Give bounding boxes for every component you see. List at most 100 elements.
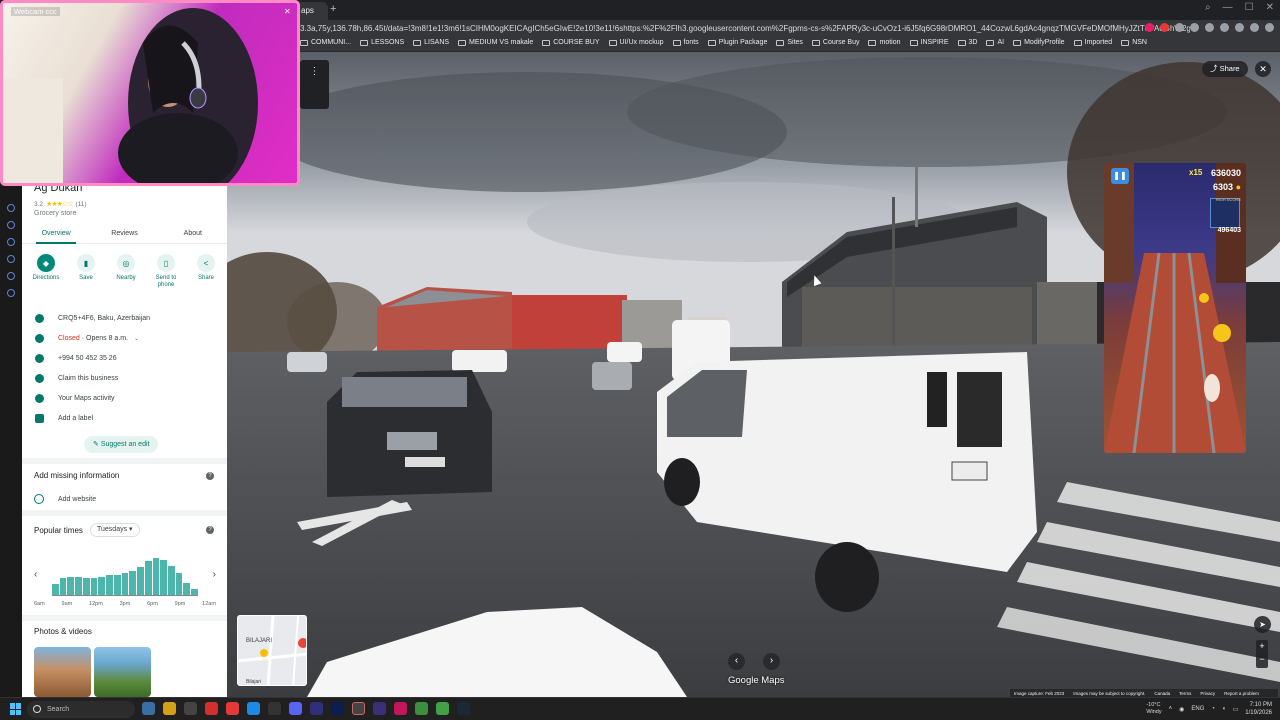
search-tabs-icon[interactable]: ⌕ <box>1205 2 1211 13</box>
popular-times-bar[interactable] <box>144 561 152 595</box>
wifi-icon[interactable]: ◔ <box>1211 706 1215 712</box>
clock[interactable]: 7:10 PM 1/19/2026 <box>1245 701 1272 717</box>
bookmark-item[interactable]: UI/Ux mockup <box>608 39 664 46</box>
pause-button[interactable]: ❚❚ <box>1111 168 1129 184</box>
weather-widget[interactable]: -10°C Windy <box>1146 702 1161 716</box>
app-icon[interactable] <box>373 702 386 715</box>
footer-link[interactable]: Report a problem <box>1224 691 1259 696</box>
bookmark-item[interactable]: Imported <box>1073 39 1112 46</box>
claim-row[interactable]: Claim this business <box>22 368 227 388</box>
rail-icon[interactable] <box>7 221 15 229</box>
windows-start-icon[interactable] <box>10 703 22 715</box>
tab-reviews[interactable]: Reviews <box>90 226 158 243</box>
bookmark-item[interactable]: COURSE BUY <box>542 39 600 46</box>
bookmark-item[interactable]: fonts <box>672 39 699 46</box>
app-icon[interactable] <box>184 702 197 715</box>
extension-icon[interactable] <box>1220 23 1229 32</box>
popular-times-bar[interactable] <box>98 577 106 595</box>
bookmark-item[interactable]: Course Buy <box>811 39 859 46</box>
app-icon[interactable] <box>352 702 365 715</box>
bookmark-item[interactable]: 3D <box>957 39 977 46</box>
footer-link[interactable]: Terms <box>1179 691 1191 696</box>
extension-icon[interactable] <box>1235 23 1244 32</box>
app-icon[interactable] <box>394 702 407 715</box>
suggest-edit-button[interactable]: ✎ Suggest an edit <box>84 436 159 453</box>
network-icon[interactable]: ◉ <box>1179 706 1184 713</box>
app-icon[interactable] <box>205 702 218 715</box>
popular-times-bar[interactable] <box>121 573 129 595</box>
help-icon[interactable]: ? <box>206 526 214 534</box>
popular-times-bar[interactable] <box>82 577 90 595</box>
bookmark-item[interactable]: LESSONS <box>360 39 404 46</box>
app-icon[interactable] <box>226 702 239 715</box>
bookmark-item[interactable]: LISANS <box>413 39 449 46</box>
footer-link[interactable]: Canada <box>1154 691 1170 696</box>
close-window-button[interactable]: ✕ <box>1266 2 1274 13</box>
rail-icon[interactable] <box>7 289 15 297</box>
tab-overview[interactable]: Overview <box>22 226 90 244</box>
maps-activity-row[interactable]: Your Maps activity <box>22 388 227 408</box>
add-label-row[interactable]: Add a label <box>22 408 227 428</box>
new-tab-button[interactable]: + <box>330 3 336 15</box>
popular-times-bar[interactable] <box>67 577 75 595</box>
bookmark-item[interactable]: ModifyProfile <box>1013 39 1065 46</box>
zoom-in-button[interactable]: + <box>1256 640 1268 653</box>
help-icon[interactable]: ? <box>206 472 214 480</box>
bookmark-item[interactable]: INSPIRE <box>909 39 949 46</box>
popular-times-bar[interactable] <box>160 559 168 595</box>
popular-times-bar[interactable] <box>175 573 183 595</box>
compass-icon[interactable]: ➤ <box>1254 616 1271 633</box>
share-button[interactable]: ⤴ Share <box>1202 61 1248 77</box>
taskbar-search[interactable]: Search <box>27 701 135 718</box>
popular-times-bar[interactable] <box>106 575 113 595</box>
rail-icon[interactable] <box>7 255 15 263</box>
premiere-icon[interactable] <box>331 702 344 715</box>
popular-times-bar[interactable] <box>59 578 67 595</box>
day-select[interactable]: Tuesdays ▾ <box>90 523 140 537</box>
directions-button[interactable]: ◆ Directions <box>28 254 64 289</box>
bookmark-item[interactable]: AI <box>986 39 1004 46</box>
extension-icon[interactable] <box>1205 23 1214 32</box>
bookmark-item[interactable]: Sites <box>776 39 803 46</box>
maximize-button[interactable]: ☐ <box>1245 2 1254 13</box>
photo-thumbnail[interactable] <box>94 647 151 697</box>
whatsapp-icon[interactable] <box>436 702 449 715</box>
popular-times-bar[interactable] <box>75 577 82 595</box>
add-website-row[interactable]: Add website <box>34 494 96 504</box>
url-field[interactable]: 3.3a,75y,136.78h,86.45t/data=!3m8!1e1!3m… <box>300 22 1190 35</box>
bookmark-item[interactable]: COMMUNI... <box>300 39 351 46</box>
popular-times-bar[interactable] <box>137 567 144 595</box>
extension-icon[interactable] <box>1160 23 1169 32</box>
photo-thumbnail[interactable] <box>34 647 91 697</box>
bookmark-item[interactable]: Plugin Package <box>707 39 767 46</box>
address-row[interactable]: CRQ5+4F6, Baku, Azerbaijan <box>22 308 227 328</box>
lang-indicator[interactable]: ENG <box>1191 706 1204 712</box>
popular-times-bar[interactable] <box>168 566 175 595</box>
zoom-out-button[interactable]: − <box>1256 653 1268 666</box>
next-arrow-icon[interactable]: › <box>763 653 780 670</box>
battery-icon[interactable]: ▭ <box>1233 706 1239 713</box>
save-button[interactable]: ▮ Save <box>68 254 104 289</box>
nearby-button[interactable]: ◎ Nearby <box>108 254 144 289</box>
more-options-button[interactable]: ⋮ <box>300 60 329 109</box>
app-icon[interactable] <box>142 702 155 715</box>
send-to-phone-button[interactable]: ▯ Send to phone <box>148 254 184 289</box>
after-effects-icon[interactable] <box>310 702 323 715</box>
rating-row[interactable]: 3.2 ★★★☆☆ (11) <box>34 200 87 209</box>
share-place-button[interactable]: < Share <box>188 254 224 289</box>
file-explorer-icon[interactable] <box>163 702 176 715</box>
popular-times-bar[interactable] <box>129 571 137 595</box>
chevron-up-icon[interactable]: ˄ <box>1169 706 1173 712</box>
tab-about[interactable]: About <box>159 226 227 243</box>
extension-icon[interactable] <box>1145 23 1154 32</box>
close-streetview-button[interactable]: ✕ <box>1255 61 1271 77</box>
hours-row[interactable]: Closed · Opens 8 a.m. ⌄ <box>22 328 227 348</box>
phone-row[interactable]: +994 50 452 35 26 <box>22 348 227 368</box>
app-icon[interactable] <box>268 702 281 715</box>
prev-arrow-icon[interactable]: ‹ <box>728 653 745 670</box>
popular-times-bar[interactable] <box>183 583 191 595</box>
extension-icon[interactable] <box>1190 23 1199 32</box>
rail-icon[interactable] <box>7 238 15 246</box>
minimize-button[interactable]: — <box>1223 2 1233 13</box>
review-count[interactable]: (11) <box>75 201 86 208</box>
